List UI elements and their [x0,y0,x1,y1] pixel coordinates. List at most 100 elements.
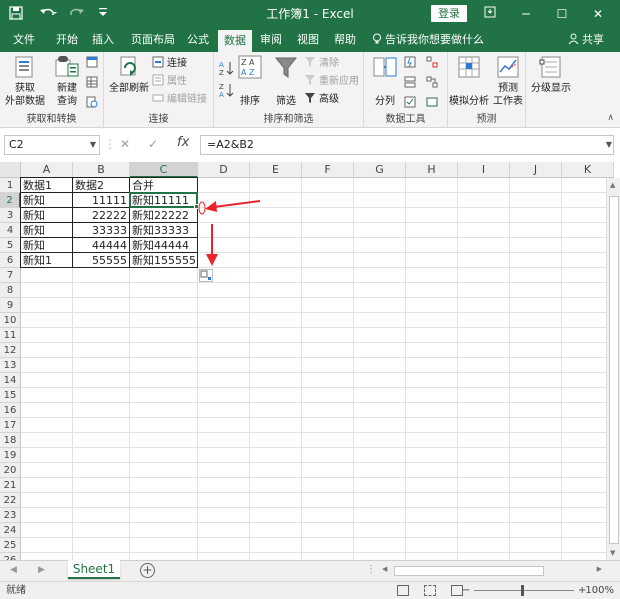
ribbon-display-icon[interactable] [472,0,508,28]
tab-insert[interactable]: 插入 [86,28,120,52]
row-header[interactable]: 16 [0,403,21,418]
from-table-icon[interactable] [86,76,98,92]
column-header[interactable]: J [510,162,562,178]
scroll-left-icon[interactable]: ◀ [382,565,387,573]
column-header[interactable]: G [354,162,406,178]
column-header[interactable]: D [198,162,250,178]
row-header[interactable]: 9 [0,298,21,313]
consolidate-icon[interactable] [426,56,438,72]
minimize-button[interactable]: ─ [508,0,544,28]
row-header[interactable]: 10 [0,313,21,328]
save-icon[interactable] [8,6,24,22]
tab-data[interactable]: 数据 [218,30,252,52]
flash-fill-icon[interactable] [404,56,416,72]
cancel-icon[interactable]: ✕ [120,137,130,151]
vertical-scroll-thumb[interactable] [609,196,619,544]
column-header[interactable]: A [21,162,73,178]
expand-formula-bar-icon[interactable]: ▼ [606,140,612,149]
row-header[interactable]: 25 [0,538,21,553]
vertical-scrollbar[interactable]: ▲ ▼ [606,178,620,560]
sort-descending-icon[interactable]: ZA [218,82,234,99]
tab-file[interactable]: 文件 [6,28,42,52]
maximize-button[interactable]: ☐ [544,0,580,28]
page-layout-view-icon[interactable] [424,585,436,596]
close-button[interactable]: ✕ [580,0,616,28]
refresh-all-button[interactable]: 全部刷新 [106,54,152,95]
advanced-button[interactable]: 高级 [304,92,339,108]
scroll-down-icon[interactable]: ▼ [610,549,615,557]
row-header[interactable]: 20 [0,463,21,478]
filter-button[interactable]: 筛选 [272,54,300,108]
row-header[interactable]: 13 [0,358,21,373]
column-header[interactable]: E [250,162,302,178]
row-header[interactable]: 2 [0,193,21,208]
cell-area[interactable]: 数据1 数据2 合并 新知 11111 新知11111 新知 22222 新知22222 新知 33… [20,177,620,560]
reapply-button[interactable]: 重新应用 [304,74,359,90]
tab-home[interactable]: 开始 [50,28,84,52]
outline-button[interactable]: 分级显示 [528,54,574,95]
row-header[interactable]: 18 [0,433,21,448]
connections-button[interactable]: 连接 [152,56,187,72]
properties-button[interactable]: 属性 [152,74,187,90]
tab-formulas[interactable]: 公式 [182,28,214,52]
row-header[interactable]: 14 [0,373,21,388]
row-header[interactable]: 3 [0,208,21,223]
zoom-out-icon[interactable]: − [462,582,470,599]
column-header[interactable]: B [73,162,130,178]
row-header[interactable]: 26 [0,553,21,560]
row-header[interactable]: 11 [0,328,21,343]
enter-icon[interactable]: ✓ [148,137,158,151]
zoom-slider-knob[interactable] [521,585,524,596]
remove-duplicates-icon[interactable] [404,76,416,92]
undo-icon[interactable] [38,6,60,22]
sheet-tab-sheet1[interactable]: Sheet1 [68,560,120,579]
tab-review[interactable]: 审阅 [256,28,286,52]
horizontal-scrollbar[interactable]: ◀ ▶ [380,565,604,577]
row-header[interactable]: 6 [0,253,21,268]
zoom-level[interactable]: 100% [585,582,614,599]
edit-links-button[interactable]: 编辑链接 [152,92,207,108]
tab-view[interactable]: 视图 [292,28,324,52]
tell-me-search[interactable]: 告诉我你想要做什么 [372,28,484,52]
forecast-sheet-button[interactable]: 预测 工作表 [490,54,526,108]
row-header[interactable]: 23 [0,508,21,523]
column-header[interactable]: H [406,162,458,178]
row-header[interactable]: 19 [0,448,21,463]
scroll-up-icon[interactable]: ▲ [610,181,615,189]
tab-split-icon[interactable]: ⋮ [366,564,376,575]
redo-icon[interactable] [66,6,88,22]
show-queries-icon[interactable] [86,56,98,72]
formula-input[interactable]: =A2&B2 [200,135,614,155]
name-box[interactable]: C2 ▼ [4,135,100,155]
relationships-icon[interactable] [426,76,438,92]
share-button[interactable]: 共享 [568,28,604,52]
login-button[interactable]: 登录 [431,5,467,22]
row-header[interactable]: 8 [0,283,21,298]
auto-fill-options-icon[interactable] [199,269,213,282]
text-to-columns-button[interactable]: 分列 [368,54,402,108]
name-box-dropdown-icon[interactable]: ▼ [90,136,96,154]
row-header[interactable]: 22 [0,493,21,508]
row-header[interactable]: 21 [0,478,21,493]
horizontal-scroll-thumb[interactable] [394,566,544,576]
new-query-button[interactable]: 新建 查询 [50,54,84,108]
scroll-right-icon[interactable]: ▶ [597,565,602,573]
what-if-analysis-button[interactable]: 模拟分析 [448,54,490,108]
sort-ascending-icon[interactable]: AZ [218,60,234,77]
sort-button[interactable]: Z AA Z 排序 [236,54,264,108]
zoom-slider[interactable] [474,590,574,591]
column-header[interactable]: K [562,162,614,178]
column-header[interactable]: I [458,162,510,178]
row-header[interactable]: 7 [0,268,21,283]
select-all-corner[interactable] [0,162,21,178]
row-header[interactable]: 17 [0,418,21,433]
row-header[interactable]: 5 [0,238,21,253]
row-header[interactable]: 15 [0,388,21,403]
normal-view-icon[interactable] [397,585,409,596]
add-sheet-icon[interactable]: + [140,563,155,578]
column-header[interactable]: F [302,162,354,178]
get-external-data-button[interactable]: 获取 外部数据 [2,54,48,108]
clear-button[interactable]: 清除 [304,56,339,72]
tab-help[interactable]: 帮助 [328,28,362,52]
tab-page-layout[interactable]: 页面布局 [124,28,182,52]
